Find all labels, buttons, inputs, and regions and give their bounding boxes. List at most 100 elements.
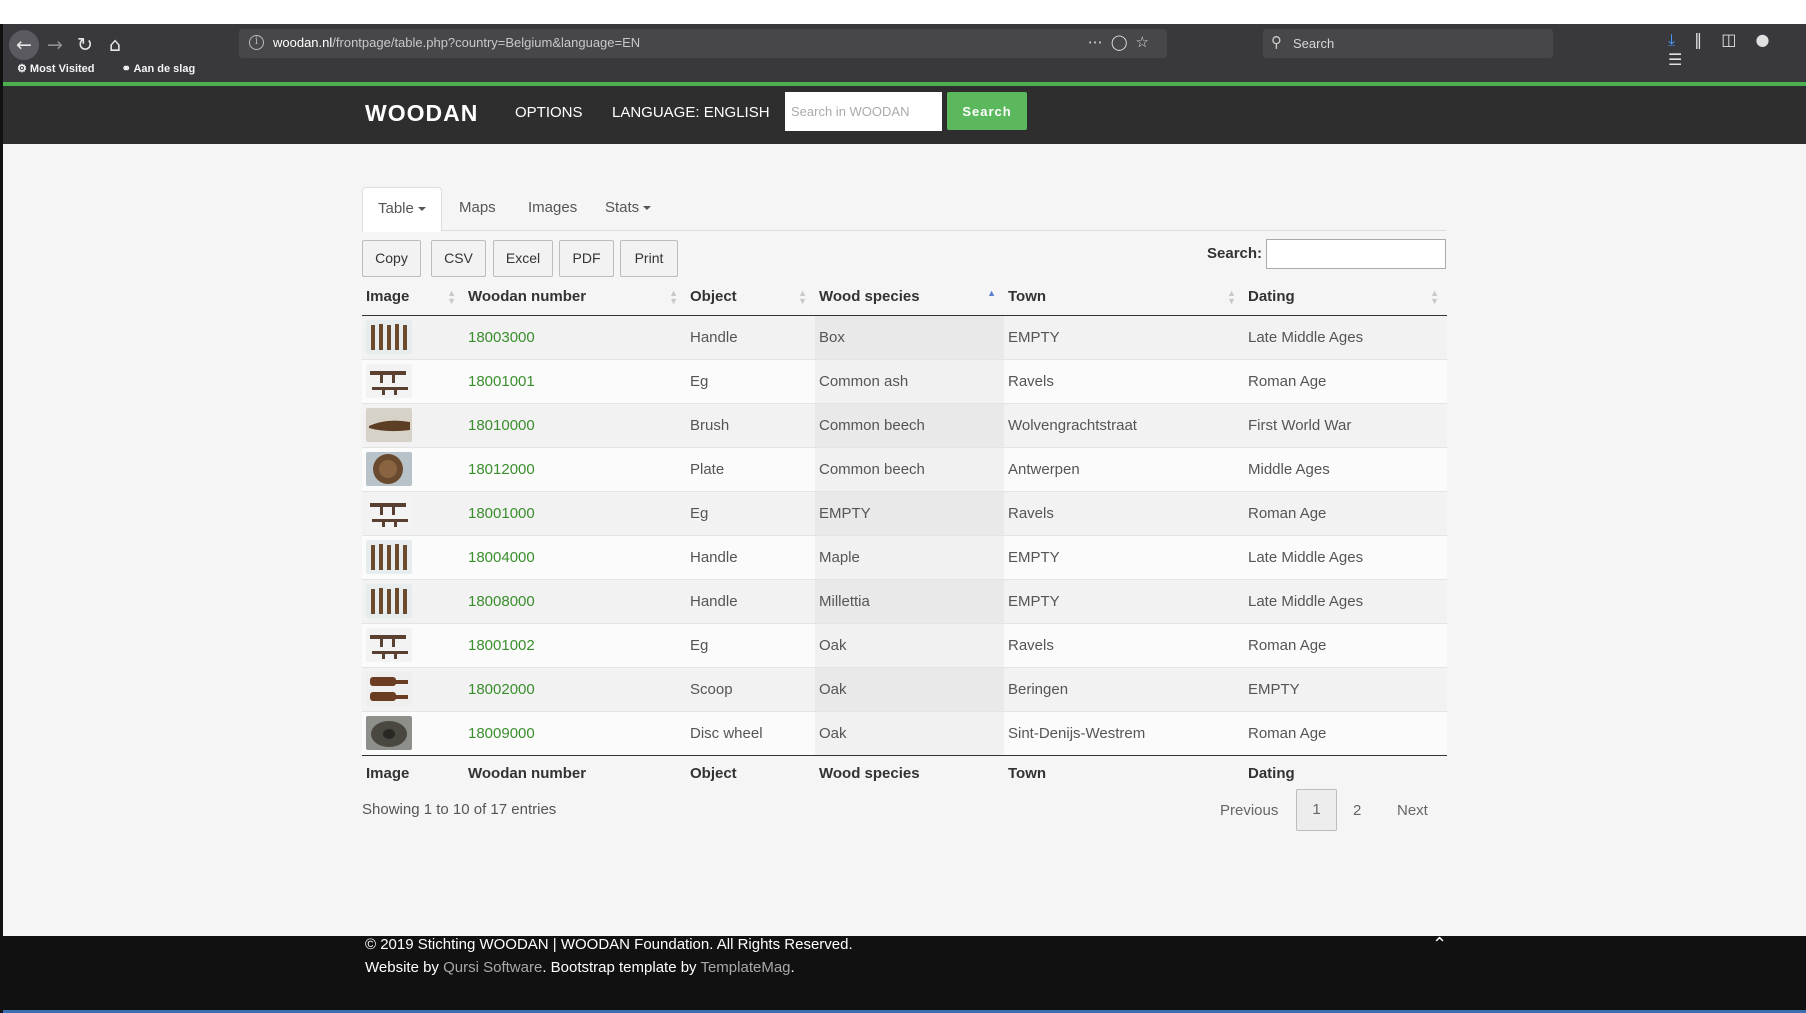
woodan-number-link[interactable]: 18002000 — [468, 681, 535, 698]
cell-woodan-number: 18001002 — [464, 622, 686, 667]
cell-image — [362, 490, 464, 535]
col-header-town[interactable]: Town ▲ ▼ — [1004, 279, 1244, 316]
tab-images[interactable]: Images — [513, 187, 592, 231]
woodan-number-link[interactable]: 18001000 — [468, 505, 535, 522]
woodan-number-link[interactable]: 18003000 — [468, 329, 535, 346]
bookmark-most-visited[interactable]: ⚙ Most Visited — [17, 63, 107, 75]
browser-search-field[interactable]: ⚲ Search — [1263, 29, 1553, 58]
woodan-number-link[interactable]: 18001002 — [468, 637, 535, 654]
page-actions: ⋯◯☆ — [1088, 33, 1157, 51]
col-footer-woodan-number: Woodan number — [464, 754, 686, 792]
pagination-page-2[interactable]: 2 — [1353, 802, 1361, 819]
col-header-wood-species[interactable]: Wood species ▲ — [815, 279, 1004, 316]
thumbnail-tool[interactable] — [366, 364, 412, 398]
address-url[interactable]: woodan.nl/frontpage/table.php?country=Be… — [273, 35, 640, 50]
cell-object: Disc wheel — [686, 710, 815, 755]
templatemag-link[interactable]: TemplateMag — [700, 959, 790, 976]
thumbnail-wheel[interactable] — [366, 716, 412, 750]
cell-woodan-number: 18003000 — [464, 314, 686, 359]
cell-wood-species: Common beech — [815, 446, 1004, 491]
url-domain: woodan.nl — [273, 35, 333, 50]
thumbnail-tool[interactable] — [366, 628, 412, 662]
download-icon[interactable]: ⤓ — [1668, 30, 1675, 50]
pagination-page-1[interactable]: 1 — [1296, 789, 1337, 831]
col-header-woodan-number[interactable]: Woodan number ▲ ▼ — [464, 279, 686, 316]
col-footer-dating: Dating — [1244, 754, 1447, 792]
excel-button[interactable]: Excel — [493, 240, 553, 277]
thumbnail-sticks[interactable] — [366, 320, 412, 354]
woodan-number-link[interactable]: 18010000 — [468, 417, 535, 434]
cell-woodan-number: 18012000 — [464, 446, 686, 491]
sort-icon: ▲ ▼ — [1227, 288, 1236, 306]
back-icon[interactable]: ← — [9, 30, 39, 60]
bookmark-star-icon[interactable]: ☆ — [1136, 33, 1157, 51]
woodan-number-link[interactable]: 18012000 — [468, 461, 535, 478]
library-icon[interactable]: ‖ — [1694, 30, 1702, 49]
bookmarks-bar: ⚙ Most Visited ⚭ Aan de slag — [17, 62, 219, 75]
cell-image — [362, 622, 464, 667]
bookmark-aan-de-slag[interactable]: ⚭ Aan de slag — [122, 63, 208, 75]
info-icon[interactable]: i — [249, 35, 264, 50]
sort-icon: ▲ ▼ — [1430, 288, 1439, 306]
nav-language[interactable]: LANGUAGE: ENGLISH — [612, 104, 770, 121]
cell-woodan-number: 18004000 — [464, 534, 686, 579]
thumbnail-plate[interactable] — [366, 452, 412, 486]
site-header: WOODAN OPTIONS LANGUAGE: ENGLISH Search — [3, 86, 1806, 144]
browser-toolbar: ← → ↻ ⌂ i woodan.nl/frontpage/table.php?… — [3, 24, 1806, 82]
col-header-dating[interactable]: Dating ▲ ▼ — [1244, 279, 1447, 316]
forward-icon[interactable]: → — [43, 33, 67, 57]
cell-object: Handle — [686, 578, 815, 623]
tab-maps[interactable]: Maps — [444, 187, 511, 231]
col-header-image[interactable]: Image ▲ ▼ — [362, 279, 464, 316]
cell-town: Sint-Denijs-Westrem — [1004, 710, 1244, 755]
site-search-button[interactable]: Search — [947, 92, 1027, 130]
site-search-input[interactable] — [785, 92, 942, 131]
address-bar[interactable]: i woodan.nl/frontpage/table.php?country=… — [239, 29, 1167, 58]
woodan-number-link[interactable]: 18004000 — [468, 549, 535, 566]
col-header-label: Image — [366, 288, 410, 306]
tab-stats[interactable]: Stats — [590, 187, 666, 231]
col-header-label: Object — [690, 288, 737, 306]
thumbnail-sticks[interactable] — [366, 540, 412, 574]
woodan-number-link[interactable]: 18009000 — [468, 725, 535, 742]
thumbnail-sticks[interactable] — [366, 584, 412, 618]
view-tabs: Table Maps Images Stats — [362, 187, 1446, 232]
cell-object: Eg — [686, 490, 815, 535]
more-actions-icon[interactable]: ⋯ — [1088, 33, 1111, 51]
csv-button[interactable]: CSV — [431, 240, 486, 277]
pdf-button[interactable]: PDF — [559, 240, 614, 277]
pocket-icon[interactable]: ◯ — [1111, 33, 1136, 51]
back-to-top-icon[interactable]: ⌃ — [1432, 934, 1447, 955]
home-icon[interactable]: ⌂ — [103, 33, 127, 57]
sidebar-icon[interactable]: ◫ — [1721, 30, 1736, 49]
thumbnail-brush[interactable] — [366, 408, 412, 442]
col-footer-town: Town — [1004, 754, 1244, 792]
toolbar-icons: ⤓ ‖ ◫ ● ☰ — [1668, 30, 1806, 69]
table-row: 18001000 Eg EMPTY Ravels Roman Age — [362, 490, 1447, 535]
nav-options[interactable]: OPTIONS — [515, 104, 583, 121]
thumbnail-scoop[interactable] — [366, 672, 412, 706]
qursi-link[interactable]: Qursi Software — [443, 959, 542, 976]
reload-icon[interactable]: ↻ — [73, 33, 97, 57]
footer-credits: Website by Qursi Software. Bootstrap tem… — [365, 959, 795, 976]
thumbnail-tool[interactable] — [366, 496, 412, 530]
tab-label: Stats — [605, 199, 640, 216]
cell-dating: Late Middle Ages — [1244, 578, 1447, 623]
caret-down-icon — [417, 207, 426, 212]
pagination-previous[interactable]: Previous — [1220, 802, 1278, 819]
account-icon[interactable]: ● — [1755, 30, 1769, 49]
cell-dating: Roman Age — [1244, 358, 1447, 403]
print-button[interactable]: Print — [620, 240, 678, 277]
site-logo[interactable]: WOODAN — [365, 100, 478, 127]
woodan-number-link[interactable]: 18001001 — [468, 373, 535, 390]
pagination-next[interactable]: Next — [1397, 802, 1428, 819]
col-header-object[interactable]: Object ▲ ▼ — [686, 279, 815, 316]
sort-icon: ▲ ▼ — [669, 288, 678, 306]
table-search-input[interactable] — [1266, 239, 1446, 269]
menu-icon[interactable]: ☰ — [1668, 50, 1682, 69]
col-footer-object: Object — [686, 754, 815, 792]
tab-table[interactable]: Table — [362, 187, 442, 232]
woodan-number-link[interactable]: 18008000 — [468, 593, 535, 610]
tab-label: Table — [378, 200, 414, 217]
copy-button[interactable]: Copy — [362, 240, 421, 277]
